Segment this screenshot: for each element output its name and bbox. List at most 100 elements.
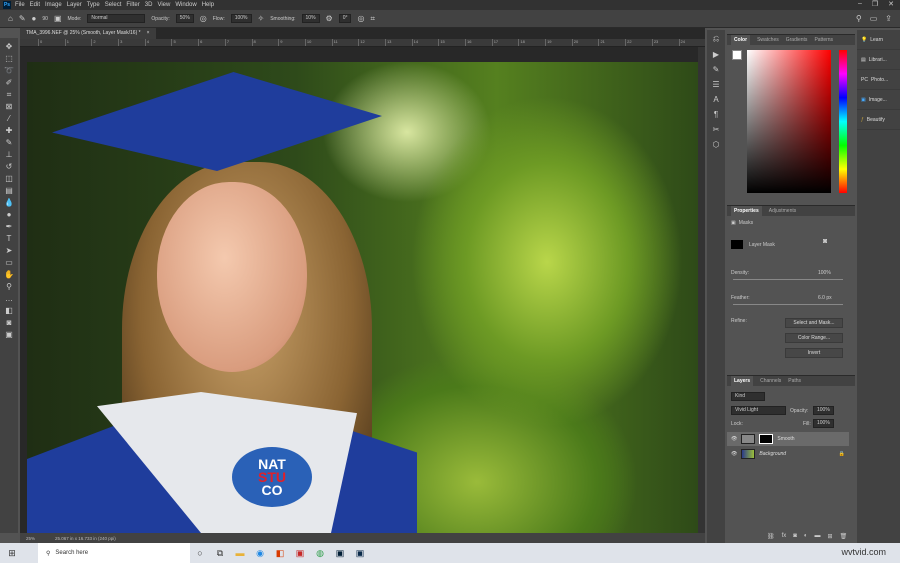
- lasso-tool-icon[interactable]: ➰: [4, 66, 14, 76]
- panel-photo[interactable]: PC Photo...: [857, 70, 900, 90]
- panel-image[interactable]: ▣ Image...: [857, 90, 900, 110]
- zoom-tool-icon[interactable]: ⚲: [6, 282, 12, 292]
- opacity-field[interactable]: 50%: [175, 14, 194, 23]
- zoom-level[interactable]: 25%: [26, 536, 35, 541]
- menu-edit[interactable]: Edit: [30, 2, 40, 8]
- layer-row[interactable]: 👁 Smooth: [727, 432, 849, 446]
- adjust-icon[interactable]: ☰: [712, 80, 719, 89]
- workspace-icon[interactable]: ▭: [870, 14, 878, 23]
- 3d-icon[interactable]: ⬡: [713, 140, 720, 149]
- task-view-icon[interactable]: ⧉: [210, 548, 230, 559]
- brush-tool-icon[interactable]: ✎: [6, 138, 13, 148]
- invert-button[interactable]: Invert: [785, 348, 843, 358]
- paragraph-icon[interactable]: ¶: [714, 110, 718, 119]
- new-layer-icon[interactable]: ⊞: [828, 533, 833, 540]
- file-explorer-icon[interactable]: ▬: [230, 548, 250, 558]
- history-brush-icon[interactable]: ↺: [6, 162, 13, 172]
- menu-file[interactable]: File: [15, 2, 25, 8]
- menu-select[interactable]: Select: [105, 2, 122, 8]
- add-mask-icon[interactable]: ◙: [793, 533, 797, 540]
- apply-mask-icon[interactable]: ◙: [823, 238, 827, 245]
- brush-preset-icon[interactable]: ●: [32, 14, 37, 23]
- gear-icon[interactable]: ⚙: [326, 14, 333, 23]
- eyedropper-icon[interactable]: ⁄: [8, 114, 9, 124]
- document-tab[interactable]: TMA_3996.NEF @ 25% (Smooth, Layer Mask/1…: [20, 28, 156, 39]
- photo-canvas[interactable]: NAT STU CO: [27, 62, 698, 533]
- trash-icon[interactable]: 🗑: [840, 533, 848, 540]
- cortana-icon[interactable]: ○: [190, 548, 210, 558]
- minimize-icon[interactable]: –: [858, 0, 862, 10]
- feather-value[interactable]: 6.0 px: [818, 295, 832, 301]
- smoothing-field[interactable]: 10%: [301, 14, 320, 23]
- marquee-tool-icon[interactable]: ⬚: [5, 54, 13, 64]
- color-picker-field[interactable]: [747, 50, 831, 193]
- menu-image[interactable]: Image: [45, 2, 62, 8]
- fill-field[interactable]: 100%: [813, 419, 834, 428]
- tab-gradients[interactable]: Gradients: [786, 37, 808, 43]
- app-icon[interactable]: ▣: [290, 548, 310, 559]
- visibility-eye-icon[interactable]: 👁: [731, 451, 737, 457]
- vertical-scrollbar[interactable]: [698, 47, 705, 533]
- brush-size[interactable]: 90: [42, 16, 48, 22]
- more-tools-icon[interactable]: …: [5, 294, 13, 304]
- panel-libraries[interactable]: ▤ Librari...: [857, 50, 900, 70]
- pen-tool-icon[interactable]: ✒: [6, 222, 13, 232]
- menu-3d[interactable]: 3D: [145, 2, 153, 8]
- layer-opacity-field[interactable]: 100%: [813, 406, 834, 415]
- menu-layer[interactable]: Layer: [67, 2, 82, 8]
- history-icon[interactable]: ⎌: [713, 34, 719, 44]
- panel-learn[interactable]: 💡 Learn: [857, 30, 900, 50]
- screen-mode-icon[interactable]: ▣: [5, 330, 13, 340]
- pressure-size-icon[interactable]: ◎: [357, 14, 364, 23]
- brush-tool-icon[interactable]: ✎: [19, 14, 26, 23]
- menu-help[interactable]: Help: [202, 2, 214, 8]
- photoshop-taskbar-icon[interactable]: ▣: [330, 548, 350, 559]
- mode-select[interactable]: Normal: [87, 14, 146, 23]
- quick-select-icon[interactable]: ✐: [6, 78, 13, 88]
- tab-adjustments[interactable]: Adjustments: [769, 208, 797, 214]
- feather-slider[interactable]: [733, 304, 843, 305]
- hue-slider[interactable]: [839, 50, 847, 193]
- density-value[interactable]: 100%: [818, 270, 831, 276]
- share-icon[interactable]: ⇪: [885, 14, 892, 23]
- lock-icon[interactable]: 🔒: [839, 451, 845, 457]
- adjustment-layer-icon[interactable]: ◐: [804, 533, 808, 540]
- menu-window[interactable]: Window: [175, 2, 196, 8]
- quick-mask-icon[interactable]: ◙: [7, 318, 12, 328]
- crop-tool-icon[interactable]: ⌗: [7, 90, 12, 100]
- fx-icon[interactable]: fx: [782, 533, 787, 540]
- gradient-tool-icon[interactable]: ▤: [5, 186, 13, 196]
- search-icon[interactable]: ⚲: [856, 14, 862, 23]
- restore-icon[interactable]: ❐: [872, 0, 878, 10]
- foreground-color-swatch[interactable]: [732, 50, 742, 60]
- blend-mode-select[interactable]: Vivid Light: [731, 406, 786, 415]
- tab-paths[interactable]: Paths: [788, 378, 801, 384]
- shape-tool-icon[interactable]: ▭: [5, 258, 13, 268]
- lightroom-taskbar-icon[interactable]: ▣: [350, 548, 370, 559]
- tab-properties[interactable]: Properties: [731, 206, 762, 216]
- tab-layers[interactable]: Layers: [731, 376, 754, 386]
- flow-field[interactable]: 100%: [230, 14, 252, 23]
- group-icon[interactable]: ▬: [815, 533, 821, 540]
- tab-patterns[interactable]: Patterns: [814, 37, 833, 43]
- eraser-icon[interactable]: ◫: [5, 174, 13, 184]
- menu-type[interactable]: Type: [87, 2, 100, 8]
- hand-tool-icon[interactable]: ✋: [4, 270, 14, 280]
- tools-icon[interactable]: ✂: [713, 125, 720, 134]
- type-tool-icon[interactable]: T: [7, 234, 12, 244]
- angle-field[interactable]: 0°: [338, 14, 352, 23]
- actions-icon[interactable]: ▶: [713, 50, 719, 59]
- edge-icon[interactable]: ◉: [250, 548, 270, 559]
- dodge-tool-icon[interactable]: ●: [7, 210, 12, 220]
- pixel-mask-icon[interactable]: ▣: [731, 220, 736, 226]
- color-swatches-icon[interactable]: ◧: [5, 306, 13, 316]
- menu-view[interactable]: View: [157, 2, 170, 8]
- move-tool-icon[interactable]: ✥: [6, 42, 13, 52]
- layer-mask-thumbnail[interactable]: [759, 434, 774, 444]
- tab-color[interactable]: Color: [731, 35, 751, 45]
- healing-brush-icon[interactable]: ✚: [6, 126, 13, 136]
- close-icon[interactable]: ✕: [888, 0, 894, 10]
- airbrush-icon[interactable]: ✧: [258, 14, 265, 23]
- brush-settings-icon[interactable]: ▣: [54, 14, 62, 23]
- layer-filter-select[interactable]: Kind: [731, 392, 765, 401]
